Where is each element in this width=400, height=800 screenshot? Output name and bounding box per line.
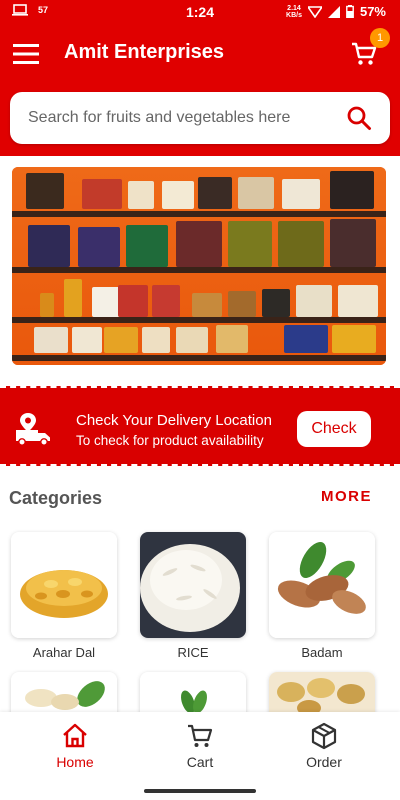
nav-cart-label: Cart	[186, 754, 214, 770]
product-jar	[128, 181, 154, 209]
product-bottle	[40, 293, 54, 317]
category-label: Arahar Dal	[32, 645, 96, 660]
product-pack	[26, 173, 64, 209]
shelf-board	[12, 267, 386, 273]
hamburger-icon	[13, 44, 39, 64]
product-pack	[152, 285, 180, 317]
arahar-dal-image	[11, 532, 117, 638]
product-pack	[278, 221, 324, 267]
product-pack	[118, 285, 148, 317]
delivery-truck-icon	[16, 413, 50, 446]
wifi-icon	[307, 5, 322, 18]
search-icon[interactable]	[346, 105, 372, 131]
menu-button[interactable]	[8, 36, 44, 72]
app-screen: 57 1:24 2.14 KB/s 57% Amit Enterprises 1	[0, 0, 400, 800]
product-tin	[142, 327, 170, 353]
battery-icon	[346, 5, 354, 18]
status-bar: 57 1:24 2.14 KB/s 57%	[0, 0, 400, 24]
product-pack	[176, 221, 222, 267]
product-box	[192, 293, 222, 317]
product-pack	[82, 179, 122, 209]
badam-image	[269, 532, 375, 638]
category-card-arahar-dal[interactable]	[11, 532, 117, 638]
category-card-badam[interactable]	[269, 532, 375, 638]
product-box	[284, 325, 328, 353]
delivery-subtitle: To check for product availability	[76, 433, 264, 448]
delivery-title: Check Your Delivery Location	[76, 412, 272, 429]
category-label: Badam	[301, 645, 343, 660]
shelf-board	[12, 211, 386, 217]
product-pack	[78, 227, 120, 267]
product-pack	[198, 177, 232, 209]
nav-home[interactable]: Home	[30, 722, 120, 770]
product-bottle	[64, 279, 82, 317]
product-tin	[72, 327, 102, 353]
product-box	[332, 325, 376, 353]
product-pack	[330, 219, 376, 267]
category-label: RICE	[177, 645, 209, 660]
product-pack	[228, 221, 272, 267]
product-pack	[92, 287, 120, 317]
product-pack	[28, 225, 70, 267]
product-jar	[162, 181, 194, 209]
product-pack	[282, 179, 320, 209]
nav-order[interactable]: Order	[279, 722, 369, 770]
product-tin	[176, 327, 208, 353]
gesture-home-indicator	[144, 789, 256, 793]
search-box	[10, 92, 390, 144]
search-input[interactable]	[28, 92, 328, 144]
app-bar: Amit Enterprises 1	[0, 24, 400, 156]
product-box	[228, 291, 256, 317]
cart-count-badge: 1	[370, 28, 390, 48]
nav-order-label: Order	[306, 754, 342, 770]
product-tin	[104, 327, 138, 353]
status-right: 2.14 KB/s 57%	[286, 4, 386, 19]
app-title: Amit Enterprises	[64, 41, 225, 63]
product-pack	[238, 177, 274, 209]
nav-cart[interactable]: Cart	[155, 722, 245, 770]
category-card-rice[interactable]	[140, 532, 246, 638]
categories-heading: Categories	[9, 488, 103, 508]
cart-icon	[188, 724, 213, 747]
product-box	[338, 285, 378, 317]
shelf-board	[12, 317, 386, 323]
product-tin	[216, 325, 248, 353]
bottom-navigation: Home Cart Order	[0, 712, 400, 800]
product-pack	[330, 171, 374, 209]
product-box	[262, 289, 290, 317]
battery-level: 57%	[359, 4, 386, 19]
box-icon	[311, 722, 337, 750]
signal-icon	[327, 5, 340, 18]
product-pack	[126, 225, 168, 267]
check-location-button[interactable]: Check	[297, 411, 371, 447]
shelf-board	[12, 355, 386, 361]
categories-more-link[interactable]: MORE	[321, 488, 372, 505]
net-speed: 2.14 KB/s	[286, 4, 302, 19]
product-tin	[34, 327, 68, 353]
delivery-location-strip: Check Your Delivery Location To check fo…	[0, 386, 400, 466]
home-icon	[63, 723, 87, 748]
product-box	[296, 285, 332, 317]
rice-image	[140, 532, 246, 638]
store-banner-image[interactable]	[12, 167, 386, 365]
nav-home-label: Home	[56, 754, 94, 770]
